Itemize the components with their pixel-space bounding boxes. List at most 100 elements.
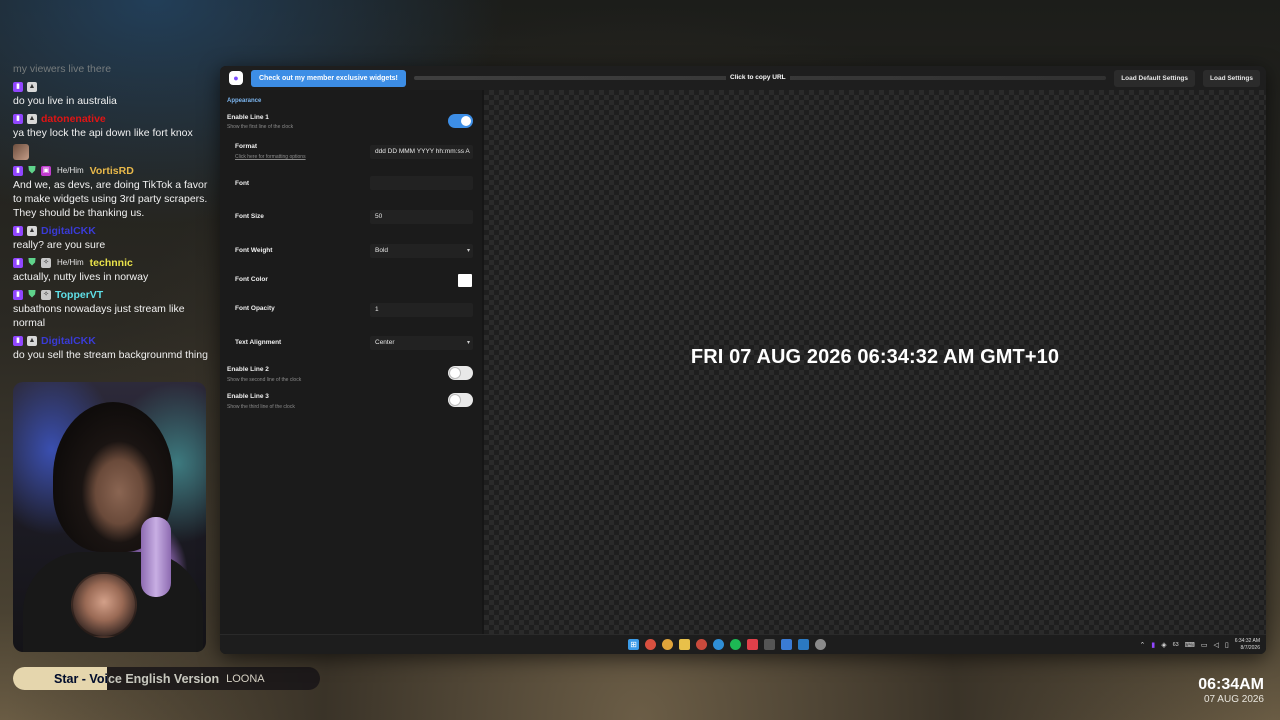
spotify-icon[interactable]: [730, 639, 741, 650]
font-color-label: Font Color: [235, 276, 268, 283]
moderator-shield-icon: ⛊: [28, 289, 36, 300]
enable-line2-label: Enable Line 2: [227, 366, 269, 373]
pronouns-tag: He/Him: [57, 166, 84, 175]
enable-line2-toggle[interactable]: [448, 366, 473, 380]
taskbar-date: 8/7/2026: [1240, 644, 1260, 651]
app-grid-icon[interactable]: [764, 639, 775, 650]
chat-message: ▮ ⛊ ✧ He/Him technnic actually, nutty li…: [13, 256, 213, 284]
chat-text: really? are you sure: [13, 239, 106, 251]
chat-text: subathons nowadays just stream like norm…: [13, 303, 185, 329]
gift-badge-icon: ▣: [41, 166, 51, 176]
font-input[interactable]: [370, 176, 473, 190]
chat-text: And we, as devs, are doing TikTok a favo…: [13, 179, 208, 219]
chat-message: ▮ ⛊ ▣ He/Him VortisRD And we, as devs, a…: [13, 164, 213, 220]
volume-icon[interactable]: ◁: [1213, 641, 1218, 649]
chat-username: technnic: [89, 257, 133, 269]
webcam-feed: [13, 382, 206, 652]
vip-badge-icon: ▲: [27, 82, 37, 92]
folder-icon[interactable]: [679, 639, 690, 650]
emote-icon: [13, 144, 29, 160]
sub-badge-icon: ✧: [41, 290, 51, 300]
enable-line1-label: Enable Line 1: [227, 114, 269, 121]
tray-app-icon[interactable]: ◈: [1161, 641, 1166, 649]
taskbar-clock[interactable]: 6:34:32 AM 8/7/2026: [1235, 638, 1260, 651]
twitch-tray-icon[interactable]: ▮: [1151, 641, 1155, 649]
member-widgets-button[interactable]: Check out my member exclusive widgets!: [251, 69, 406, 87]
font-color-swatch[interactable]: [458, 274, 472, 287]
enable-line1-description: Show the first line of the clock: [227, 124, 294, 130]
sub-badge-icon: ✧: [41, 258, 51, 268]
song-artist: LOONA: [226, 672, 265, 685]
enable-line2-description: Show the second line of the clock: [227, 377, 302, 383]
load-default-settings-button[interactable]: Load Default Settings: [1114, 69, 1196, 87]
settings-gear-icon[interactable]: [815, 639, 826, 650]
twitch-badge-icon: ▮: [13, 258, 23, 268]
twitch-badge-icon: ▮: [13, 82, 23, 92]
text-alignment-select[interactable]: Center: [370, 336, 473, 350]
media-player-icon[interactable]: [747, 639, 758, 650]
vscode-icon[interactable]: [798, 639, 809, 650]
formatting-options-link[interactable]: Click here for formatting options: [235, 154, 306, 160]
chat-message: ▮ ▲ DigitalCKK do you sell the stream ba…: [13, 334, 213, 362]
chat-username: DigitalCKK: [41, 225, 96, 237]
enable-line1-toggle[interactable]: [448, 114, 473, 128]
app-logo-icon[interactable]: ●: [229, 71, 243, 85]
chat-username: TopperVT: [55, 289, 104, 301]
chat-message: ▮ ⛊ ✧ TopperVT subathons nowadays just s…: [13, 288, 213, 330]
format-input[interactable]: ddd DD MMM YYYY hh:mm:ss A: [370, 145, 473, 159]
twitch-badge-icon: ▮: [13, 290, 23, 300]
vip-badge-icon: ▲: [27, 226, 37, 236]
copy-url-label[interactable]: Click to copy URL: [726, 74, 790, 81]
chrome-icon[interactable]: [645, 639, 656, 650]
clock-preview-text: FRI 07 AUG 2026 06:34:32 AM GMT+10: [690, 346, 1060, 368]
moderator-shield-icon: ⛊: [28, 257, 36, 268]
windows-taskbar: ⊞ ⌃ ▮ ◈ 63 ⌨ ▭ ◁ ▯ 6:34:32 AM 8/7/2026: [220, 634, 1266, 654]
chat-message: ▮ ▲ DigitalCKK really? are you sure: [13, 224, 213, 252]
monitor-icon[interactable]: ▭: [1201, 641, 1208, 649]
chat-message: ▮ ▲ datonenative ya they lock the api do…: [13, 112, 213, 140]
twitch-badge-icon: ▮: [13, 114, 23, 124]
taskbar-time: 6:34:32 AM: [1234, 638, 1260, 644]
chat-text: actually, nutty lives in norway: [13, 271, 149, 283]
chat-overlay: my viewers live there ▮ ▲ do you live in…: [13, 62, 213, 366]
font-weight-label: Font Weight: [235, 247, 273, 254]
font-label: Font: [235, 180, 250, 187]
font-size-input[interactable]: 50: [370, 210, 473, 224]
chat-message: ▮ ▲ do you live in australia: [13, 80, 213, 108]
chat-username: datonenative: [41, 113, 106, 125]
picture-in-picture-face: [71, 572, 137, 638]
chat-text: ya they lock the api down like fort knox: [13, 127, 193, 139]
edge-icon[interactable]: [713, 639, 724, 650]
chrome-dev-icon[interactable]: [696, 639, 707, 650]
font-opacity-label: Font Opacity: [235, 305, 275, 312]
twitch-badge-icon: ▮: [13, 226, 23, 236]
section-title: Appearance: [227, 98, 262, 104]
moderator-shield-icon: ⛊: [28, 165, 36, 176]
battery-icon[interactable]: ▯: [1225, 641, 1229, 649]
chat-emote-row: [13, 144, 213, 160]
streaming-app-icon[interactable]: [781, 639, 792, 650]
chat-username: DigitalCKK: [41, 335, 96, 347]
enable-line3-label: Enable Line 3: [227, 393, 269, 400]
chat-text: do you sell the stream backgrounmd thing: [13, 349, 208, 361]
system-tray: ⌃ ▮ ◈ 63 ⌨ ▭ ◁ ▯ 6:34:32 AM 8/7/2026: [1139, 638, 1260, 651]
vip-badge-icon: ▲: [27, 114, 37, 124]
overlay-clock-time: 06:34AM: [1198, 676, 1264, 693]
font-weight-select[interactable]: Bold: [370, 244, 473, 258]
windows-start-icon[interactable]: ⊞: [628, 639, 639, 650]
vip-badge-icon: ▲: [27, 336, 37, 346]
settings-panel: Appearance Enable Line 1 Show the first …: [220, 90, 482, 634]
twitch-badge-icon: ▮: [13, 166, 23, 176]
chevron-up-icon[interactable]: ⌃: [1139, 641, 1145, 649]
clock-preview-canvas: FRI 07 AUG 2026 06:34:32 AM GMT+10: [484, 90, 1266, 634]
font-opacity-input[interactable]: 1: [370, 303, 473, 317]
format-label: Format: [235, 143, 258, 150]
pronouns-tag: He/Him: [57, 258, 84, 267]
taskbar-pinned-apps: ⊞: [628, 639, 826, 650]
load-settings-button[interactable]: Load Settings: [1203, 69, 1260, 87]
song-title: Star - Voice English Version: [54, 671, 220, 686]
chat-faded-line: my viewers live there: [13, 63, 112, 75]
keyboard-icon[interactable]: ⌨: [1185, 641, 1195, 649]
enable-line3-toggle[interactable]: [448, 393, 473, 407]
chrome-canary-icon[interactable]: [662, 639, 673, 650]
